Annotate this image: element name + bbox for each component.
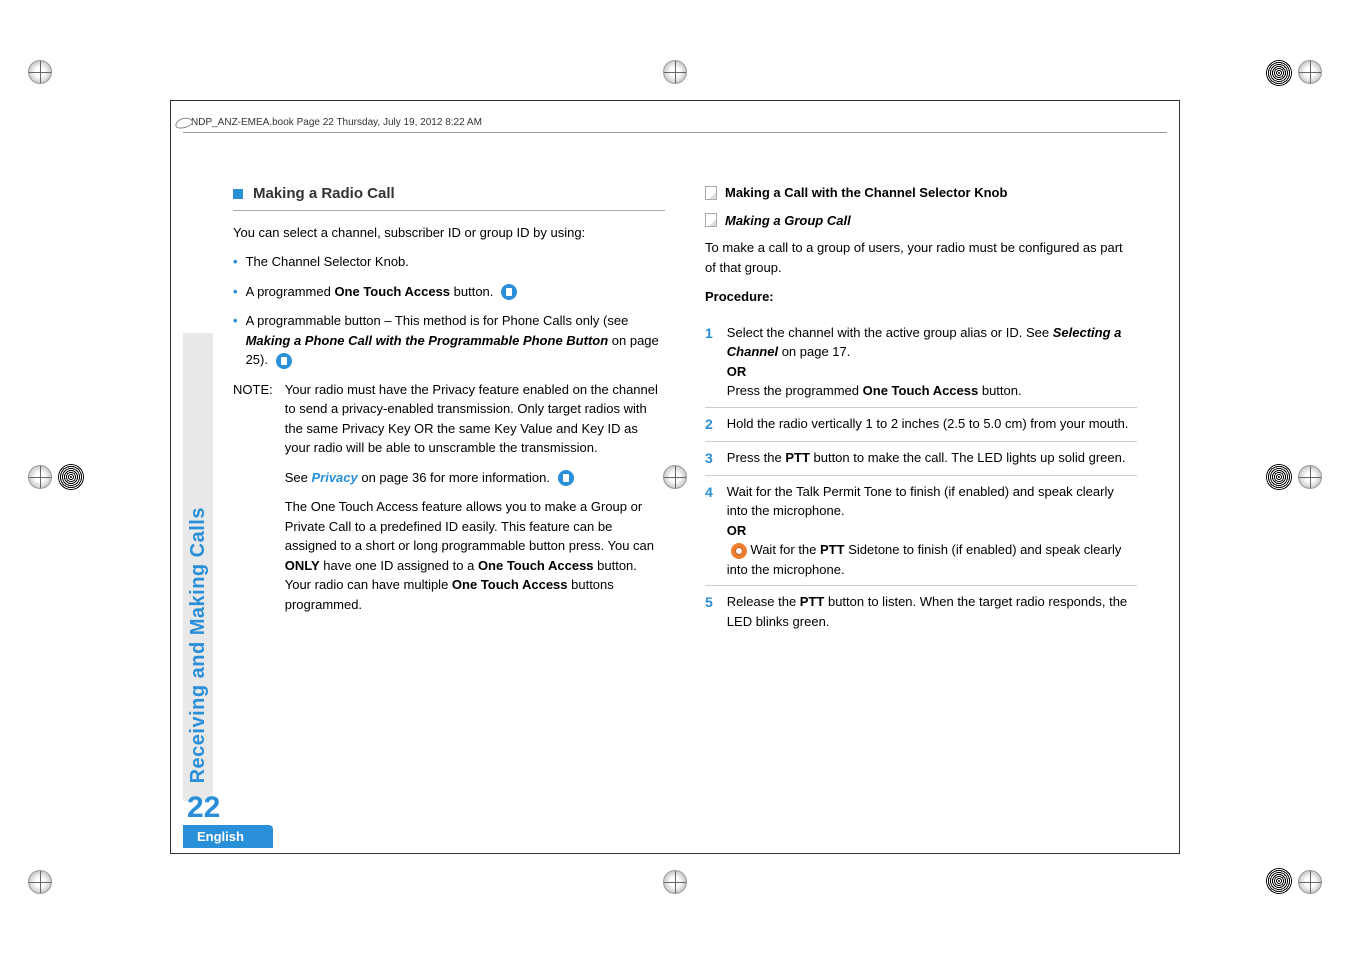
list-item: • A programmable button – This method is… [233, 311, 665, 370]
feature-icon [501, 284, 517, 300]
page-frame: NDP_ANZ-EMEA.book Page 22 Thursday, July… [170, 100, 1180, 854]
page-icon [705, 213, 717, 227]
list-item: • A programmed One Touch Access button. [233, 282, 665, 302]
crop-mark [28, 465, 52, 489]
crop-mark [1298, 465, 1322, 489]
ptt-sidetone-icon [731, 543, 747, 559]
step: Select the channel with the active group… [705, 317, 1137, 408]
running-header: NDP_ANZ-EMEA.book Page 22 Thursday, July… [183, 113, 1167, 133]
intro-text: You can select a channel, subscriber ID … [233, 223, 665, 243]
crop-mark [28, 60, 52, 84]
list-item: •The Channel Selector Knob. [233, 252, 665, 272]
procedure-label: Procedure: [705, 287, 1137, 307]
subheading-italic: Making a Group Call [705, 211, 1137, 231]
step: Hold the radio vertically 1 to 2 inches … [705, 408, 1137, 442]
crop-mark [1298, 870, 1322, 894]
feature-icon [558, 470, 574, 486]
group-intro: To make a call to a group of users, your… [705, 238, 1137, 277]
section-heading: Making a Radio Call [233, 183, 665, 211]
page-number: 22 [183, 791, 283, 825]
note-block: NOTE: Your radio must have the Privacy f… [233, 380, 665, 625]
registration-coil-icon [1266, 464, 1292, 490]
side-tab-title: Receiving and Making Calls [187, 507, 210, 783]
crop-mark [28, 870, 52, 894]
procedure-steps: Select the channel with the active group… [705, 317, 1137, 638]
registration-coil-icon [1266, 868, 1292, 894]
feature-icon [276, 353, 292, 369]
note-body: Your radio must have the Privacy feature… [285, 380, 665, 625]
left-column: Making a Radio Call You can select a cha… [233, 183, 665, 637]
right-column: Making a Call with the Channel Selector … [705, 183, 1137, 637]
crop-mark [663, 870, 687, 894]
step: Release the PTT button to listen. When t… [705, 586, 1137, 637]
note-label: NOTE: [233, 380, 273, 625]
registration-coil-icon [1266, 60, 1292, 86]
subheading: Making a Call with the Channel Selector … [705, 183, 1137, 203]
heading-text: Making a Radio Call [253, 183, 395, 206]
bullet-list: •The Channel Selector Knob. • A programm… [233, 252, 665, 370]
registration-coil-icon [58, 464, 84, 490]
step: Press the PTT button to make the call. T… [705, 442, 1137, 476]
crop-mark [1298, 60, 1322, 84]
side-tab: Receiving and Making Calls [183, 333, 213, 801]
privacy-link[interactable]: Privacy [311, 470, 357, 485]
heading-marker-icon [233, 189, 243, 199]
crop-mark [663, 60, 687, 84]
page-number-block: 22 English [183, 791, 283, 841]
language-label: English [183, 825, 273, 848]
step: Wait for the Talk Permit Tone to finish … [705, 476, 1137, 587]
page-icon [705, 186, 717, 200]
